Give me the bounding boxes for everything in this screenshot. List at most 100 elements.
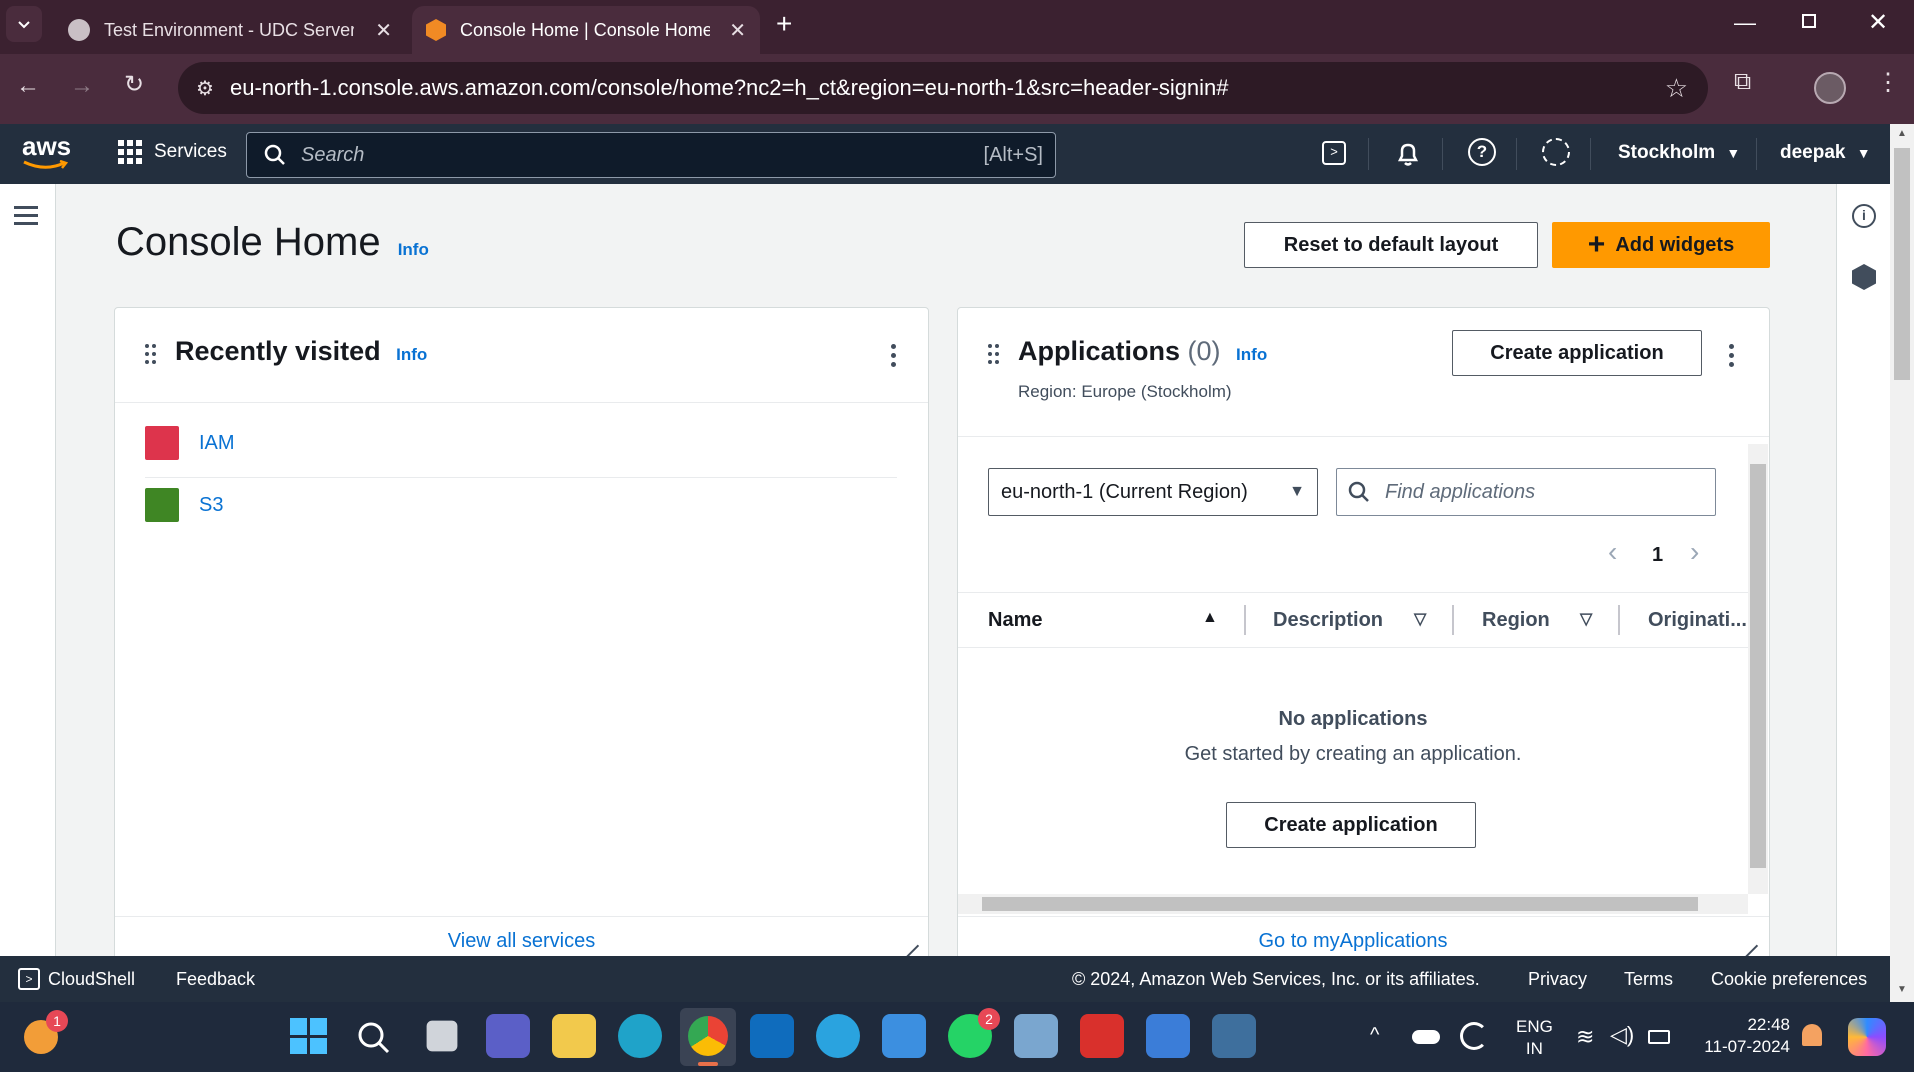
teams-icon[interactable] <box>486 1014 530 1058</box>
feedback-link[interactable]: Feedback <box>176 969 255 990</box>
column-description[interactable]: Description <box>1273 609 1383 632</box>
sort-icon[interactable]: ▽ <box>1580 609 1592 629</box>
privacy-link[interactable]: Privacy <box>1528 969 1587 990</box>
store-icon[interactable] <box>750 1014 794 1058</box>
photos-icon[interactable] <box>882 1014 926 1058</box>
drag-handle-icon[interactable] <box>988 344 1002 366</box>
scroll-thumb[interactable] <box>982 897 1698 911</box>
view-all-services-link[interactable]: View all services <box>115 930 928 953</box>
sort-ascending-icon[interactable]: ▲ <box>1202 609 1218 627</box>
add-widgets-button[interactable]: + Add widgets <box>1552 222 1770 268</box>
address-bar[interactable]: ⚙ eu-north-1.console.aws.amazon.com/cons… <box>178 62 1708 114</box>
extensions-icon[interactable]: ⧉ <box>1734 68 1751 96</box>
mysql-workbench-icon[interactable] <box>1212 1014 1256 1058</box>
divider <box>1516 138 1517 170</box>
back-icon[interactable]: ← <box>16 72 40 100</box>
inner-horizontal-scrollbar[interactable] <box>958 894 1748 914</box>
cloudshell-icon[interactable]: > <box>1322 141 1346 165</box>
restore-button[interactable] <box>1802 14 1816 28</box>
widget-menu-icon[interactable] <box>1729 344 1735 371</box>
prev-page-icon[interactable]: ‹ <box>1608 536 1617 568</box>
browser-tab-udc[interactable]: Test Environment - UDC Server ✕ <box>56 6 406 54</box>
bell-icon[interactable] <box>1394 140 1422 168</box>
services-menu[interactable]: Services <box>118 140 227 164</box>
create-application-button[interactable]: Create application <box>1452 330 1702 376</box>
widget-menu-icon[interactable] <box>891 344 897 371</box>
chevron-up-icon[interactable]: ^ <box>1370 1024 1379 1047</box>
notification-bell-icon[interactable] <box>1802 1024 1822 1046</box>
chrome-icon-active[interactable] <box>680 1008 736 1066</box>
column-originating[interactable]: Originati... <box>1648 609 1747 632</box>
more-menu-icon[interactable]: ⋮ <box>1876 68 1900 97</box>
file-explorer-icon[interactable] <box>552 1014 596 1058</box>
column-region[interactable]: Region <box>1482 609 1550 632</box>
empty-create-application-button[interactable]: Create application <box>1226 802 1476 848</box>
edge-icon[interactable] <box>618 1014 662 1058</box>
help-icon[interactable]: ? <box>1468 138 1496 166</box>
volume-icon[interactable]: ◁) <box>1610 1022 1634 1048</box>
region-selector[interactable]: Stockholm ▼ <box>1618 142 1740 164</box>
search-icon[interactable] <box>354 1018 394 1058</box>
inner-vertical-scrollbar[interactable] <box>1748 444 1768 894</box>
drag-handle-icon[interactable] <box>145 344 159 366</box>
info-link[interactable]: Info <box>396 345 427 364</box>
page-vertical-scrollbar[interactable]: ▲ ▼ <box>1890 124 1914 1002</box>
browser-tab-console[interactable]: Console Home | Console Home ✕ <box>412 6 760 54</box>
clock[interactable]: 22:48 11-07-2024 <box>1690 1014 1790 1058</box>
weather-icon[interactable]: 1 <box>24 1010 68 1054</box>
app-icon-red[interactable] <box>1080 1014 1124 1058</box>
telegram-icon[interactable] <box>816 1014 860 1058</box>
whatsapp-icon[interactable]: 2 <box>948 1008 1000 1058</box>
page-number[interactable]: 1 <box>1652 544 1663 567</box>
language-indicator[interactable]: ENG IN <box>1516 1016 1553 1060</box>
hexagon-icon[interactable] <box>1852 264 1876 290</box>
list-item[interactable]: S3 <box>145 488 897 528</box>
close-icon[interactable]: ✕ <box>729 18 746 43</box>
cloudshell-button[interactable]: > CloudShell <box>18 968 135 990</box>
close-icon[interactable]: ✕ <box>375 18 392 43</box>
profile-avatar[interactable] <box>1814 72 1846 104</box>
column-name[interactable]: Name <box>988 609 1042 632</box>
terms-link[interactable]: Terms <box>1624 969 1673 990</box>
window-close-button[interactable]: ✕ <box>1868 8 1888 37</box>
copilot-icon[interactable] <box>1848 1018 1886 1056</box>
cookie-preferences-link[interactable]: Cookie preferences <box>1711 969 1867 990</box>
new-tab-button[interactable]: + <box>776 8 792 40</box>
aws-logo[interactable]: aws <box>22 133 71 170</box>
hamburger-menu-icon[interactable] <box>14 206 38 225</box>
tab-search-button[interactable] <box>6 6 42 42</box>
search-input[interactable]: Search [Alt+S] <box>246 132 1056 178</box>
gear-icon[interactable] <box>1542 138 1570 166</box>
forward-icon[interactable]: → <box>70 72 94 100</box>
scroll-thumb[interactable] <box>1750 464 1766 868</box>
battery-icon[interactable] <box>1648 1030 1670 1044</box>
find-applications-input[interactable]: Find applications <box>1336 468 1716 516</box>
scroll-up-icon[interactable]: ▲ <box>1897 128 1907 139</box>
bookmark-star-icon[interactable]: ☆ <box>1665 73 1688 104</box>
scroll-thumb[interactable] <box>1894 148 1910 380</box>
reload-icon[interactable]: ↻ <box>124 70 144 99</box>
info-link[interactable]: Info <box>1236 345 1267 364</box>
service-link-s3[interactable]: S3 <box>199 494 223 517</box>
info-circle-icon[interactable]: i <box>1852 204 1876 228</box>
region-select[interactable]: eu-north-1 (Current Region) ▼ <box>988 468 1318 516</box>
virtualbox-icon[interactable] <box>1014 1014 1058 1058</box>
onedrive-icon[interactable] <box>1412 1030 1440 1044</box>
sort-icon[interactable]: ▽ <box>1414 609 1426 629</box>
reset-layout-button[interactable]: Reset to default layout <box>1244 222 1538 268</box>
minimize-button[interactable]: — <box>1734 10 1756 36</box>
account-menu[interactable]: deepak ▼ <box>1780 142 1871 164</box>
scroll-down-icon[interactable]: ▼ <box>1897 984 1907 995</box>
network-tool-icon[interactable] <box>1146 1014 1190 1058</box>
sync-icon[interactable] <box>1460 1022 1488 1050</box>
wifi-icon[interactable]: ≋ <box>1576 1024 1594 1050</box>
site-settings-icon[interactable]: ⚙ <box>196 76 214 101</box>
search-shortcut: [Alt+S] <box>983 144 1043 166</box>
next-page-icon[interactable]: › <box>1690 536 1699 568</box>
info-link[interactable]: Info <box>398 240 429 259</box>
service-link-iam[interactable]: IAM <box>199 432 235 455</box>
list-item[interactable]: IAM <box>145 426 897 478</box>
go-to-myapplications-link[interactable]: Go to myApplications <box>958 930 1748 953</box>
task-view-icon[interactable] <box>426 1020 458 1052</box>
start-icon[interactable] <box>286 1014 330 1058</box>
